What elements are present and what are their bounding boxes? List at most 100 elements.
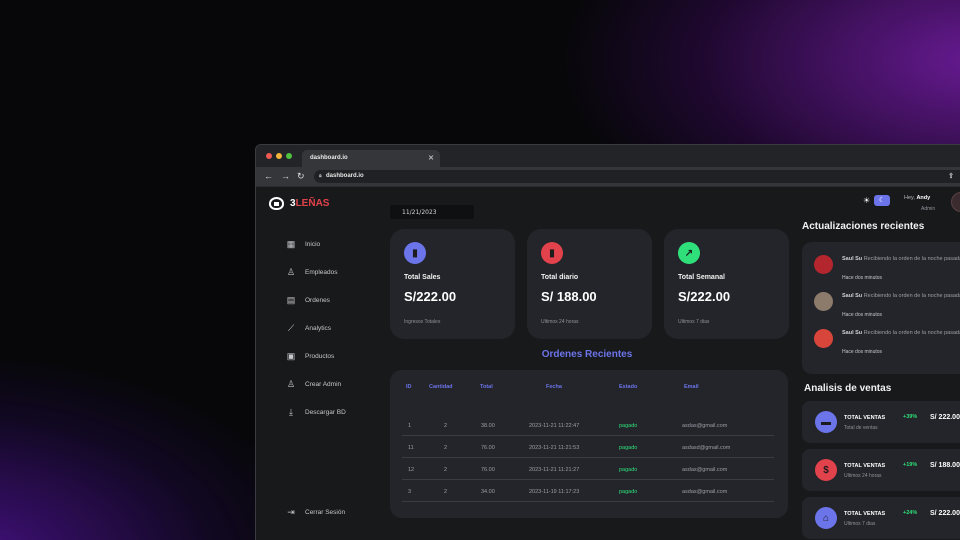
analysis-percent: +39% <box>903 414 918 420</box>
table-cell: 38.00 <box>481 423 495 429</box>
table-cell: pagado <box>619 467 638 473</box>
address-bar[interactable]: 🔒︎ dashboard.io ⇪ ☆ <box>314 170 960 183</box>
box-icon: ▣ <box>286 351 296 361</box>
user-greeting: Hey, Andy <box>904 195 930 201</box>
logout-button[interactable]: ⇥ Cerrar Sesión <box>286 507 345 517</box>
forward-icon[interactable]: → <box>281 171 290 181</box>
sidebar-item-inicio[interactable]: ▦ Inicio <box>286 237 346 251</box>
update-time: Hace dos minutos <box>842 349 883 355</box>
table-cell: 2023-11-21 11:22:47 <box>529 423 580 429</box>
updates-title: Actualizaciones recientes <box>802 221 925 232</box>
minimize-window-button[interactable] <box>276 153 282 159</box>
maximize-window-button[interactable] <box>286 153 292 159</box>
update-author: Saul Su <box>842 256 863 262</box>
lock-icon: 🔒︎ <box>319 173 322 179</box>
card-title: Total diario <box>541 274 579 281</box>
avatar[interactable] <box>951 192 960 212</box>
table-cell: 2 <box>444 467 448 473</box>
card-subtitle: Ingresos Totales <box>404 319 441 325</box>
close-tab-icon[interactable]: ✕ <box>428 154 434 162</box>
table-row[interactable]: 1 2 38.00 2023-11-21 11:22:47 pagado asdas@gm… <box>402 414 774 436</box>
table-cell: 1 <box>408 423 412 429</box>
card-total-sales: ▮ Total Sales S/222.00 Ingresos Totales <box>390 229 515 339</box>
table-cell: asdas@gmail.com <box>682 467 728 473</box>
table-row[interactable]: 3 2 34.00 2023-11-19 11:17:23 pagado asdas@gm… <box>402 480 774 502</box>
avatar <box>814 292 833 311</box>
analysis-subtitle: Ultimos 7 dias <box>844 521 876 527</box>
column-header: Estado <box>619 384 638 390</box>
update-message: Recibiendo la orden de la noche pasada <box>863 293 960 299</box>
sales-analysis-item[interactable]: ▬ TOTAL VENTAS Total de ventas +39% S/ 222.0… <box>802 401 960 443</box>
back-icon[interactable]: ← <box>264 171 273 181</box>
sidebar-item-label: Inicio <box>305 240 321 248</box>
card-total-diario: ▮ Total diario S/ 188.00 Ultimos 24 hora… <box>527 229 652 339</box>
add-user-icon: ♙ <box>286 379 296 389</box>
sidebar-item-label: Empleados <box>305 268 338 276</box>
dashboard-app: 3LEÑAS ▦ Inicio ♙ Empleados ▤ Ordenes ⟋ Analyti… <box>256 187 960 540</box>
table-cell: 2023-11-21 11:21:53 <box>529 445 580 451</box>
column-header: Email <box>684 384 699 390</box>
table-cell: 2 <box>444 423 448 429</box>
sidebar-item-ordenes[interactable]: ▤ Ordenes <box>286 293 346 307</box>
browser-toolbar: ← → ↻ 🔒︎ dashboard.io ⇪ ☆ <box>256 167 960 187</box>
table-cell: 2023-11-19 11:17:23 <box>529 489 580 495</box>
user-icon: ♙ <box>286 267 296 277</box>
table-cell: 2023-11-21 11:21:27 <box>529 467 580 473</box>
table-cell: 12 <box>408 467 415 473</box>
greeting-text: Hey, <box>904 195 917 201</box>
clipboard-icon: ▤ <box>286 295 296 305</box>
sidebar-item-productos[interactable]: ▣ Productos <box>286 349 346 363</box>
table-cell: asdas@gmail.com <box>682 423 728 429</box>
table-cell: 2 <box>444 445 448 451</box>
analysis-title: Analisis de ventas <box>804 383 892 394</box>
update-author: Saul Su <box>842 330 863 336</box>
table-cell: pagado <box>619 489 638 495</box>
trend-icon: ↗ <box>678 242 700 264</box>
brand-name: LEÑAS <box>295 198 330 209</box>
close-window-button[interactable] <box>266 153 272 159</box>
analysis-label: TOTAL VENTAS <box>844 463 886 469</box>
bar-chart-icon: ▮ <box>541 242 563 264</box>
avatar <box>814 255 833 274</box>
table-row[interactable]: 11 2 76.00 2023-11-21 11:21:53 pagado asdasd@… <box>402 436 774 458</box>
user-role: Admin <box>921 206 936 212</box>
card-value: S/222.00 <box>678 289 731 304</box>
update-message: Recibiendo la orden de la noche pasada <box>863 256 960 262</box>
card-title: Total Semanal <box>678 274 725 281</box>
sidebar-item-label: Descargar BD <box>305 408 346 416</box>
analysis-amount: S/ 222.00 <box>930 510 960 517</box>
updates-panel: Saul Su Recibiendo la orden de la noche … <box>802 242 960 374</box>
sidebar-item-analytics[interactable]: ⟋ Analytics <box>286 321 346 335</box>
analysis-percent: +24% <box>903 510 918 516</box>
sales-analysis-item[interactable]: $ TOTAL VENTAS Ultimos 24 horas +19% S/ 188.… <box>802 449 960 491</box>
avatar <box>814 329 833 348</box>
sidebar-item-descargar-bd[interactable]: ⤓ Descargar BD <box>286 405 346 419</box>
sidebar-item-empleados[interactable]: ♙ Empleados <box>286 265 346 279</box>
money-icon: ▬ <box>815 411 837 433</box>
update-author: Saul Su <box>842 293 863 299</box>
bar-chart-icon: ▮ <box>404 242 426 264</box>
card-subtitle: Ultimos 24 horas <box>541 319 579 325</box>
share-icon[interactable]: ⇪ <box>948 172 954 180</box>
table-cell: pagado <box>619 423 638 429</box>
card-total-semanal: ↗ Total Semanal S/222.00 Ultimos 7 dias <box>664 229 789 339</box>
table-cell: 76.00 <box>481 467 495 473</box>
browser-titlebar: dashboard.io ✕ <box>256 145 960 167</box>
card-subtitle: Ultimos 7 dias <box>678 319 710 325</box>
analysis-amount: S/ 188.00 <box>930 462 960 469</box>
sidebar-nav: ▦ Inicio ♙ Empleados ▤ Ordenes ⟋ Analytics ▣ Prod… <box>286 237 346 433</box>
browser-tab[interactable]: dashboard.io ✕ <box>302 150 440 167</box>
column-header: Total <box>480 384 493 390</box>
column-header: Cantidad <box>429 384 453 390</box>
reload-icon[interactable]: ↻ <box>297 171 305 182</box>
update-message: Recibiendo la orden de la noche pasada <box>863 330 960 336</box>
sales-analysis-item[interactable]: ⌂ TOTAL VENTAS Ultimos 7 dias +24% S/ 222.00 <box>802 497 960 539</box>
brand-logo[interactable]: 3LEÑAS <box>269 197 329 210</box>
table-cell: 2 <box>444 489 448 495</box>
url-text: dashboard.io <box>326 173 364 179</box>
date-picker[interactable]: 11/21/2023 <box>390 205 474 219</box>
dark-mode-toggle[interactable]: ☾ <box>874 195 890 206</box>
table-row[interactable]: 12 2 76.00 2023-11-21 11:21:27 pagado asdas@g… <box>402 458 774 480</box>
sun-icon[interactable]: ☀ <box>863 196 870 205</box>
sidebar-item-crear-admin[interactable]: ♙ Crear Admin <box>286 377 346 391</box>
